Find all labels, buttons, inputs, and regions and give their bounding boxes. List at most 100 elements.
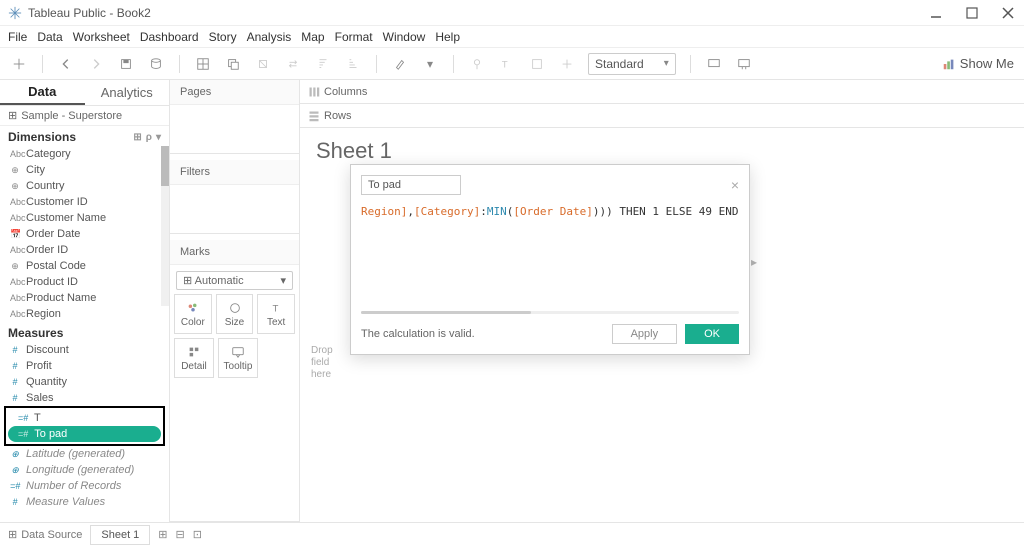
- mark-color[interactable]: Color: [174, 294, 212, 334]
- calc-formula-editor[interactable]: Region],[Category]:MIN([Order Date]))) T…: [351, 201, 749, 311]
- bottom-bar: ⊞Data Source Sheet 1 ⊞ ⊟ ⊡: [0, 522, 1024, 546]
- calculation-dialog[interactable]: × Region],[Category]:MIN([Order Date])))…: [350, 164, 750, 355]
- list-item[interactable]: #Sales: [0, 390, 169, 406]
- show-me-button[interactable]: Show Me: [942, 56, 1014, 71]
- list-item[interactable]: #Quantity: [0, 374, 169, 390]
- list-item[interactable]: AbcProduct Name: [0, 290, 169, 306]
- menu-story[interactable]: Story: [209, 30, 237, 44]
- presentation-mode-button[interactable]: [735, 55, 753, 73]
- new-dashboard-icon[interactable]: ⊟: [176, 528, 185, 541]
- new-datasource-button[interactable]: [147, 55, 165, 73]
- list-item[interactable]: AbcProduct ID: [0, 274, 169, 290]
- calc-status: The calculation is valid.: [361, 328, 475, 340]
- pin-icon[interactable]: [468, 55, 486, 73]
- list-item[interactable]: =#T: [8, 410, 161, 426]
- list-item[interactable]: ⊕Country: [0, 178, 169, 194]
- forward-button[interactable]: [87, 55, 105, 73]
- search-icon[interactable]: ρ: [146, 132, 152, 143]
- columns-shelf[interactable]: Columns: [300, 80, 1024, 104]
- titlebar: Tableau Public - Book2: [0, 0, 1024, 26]
- mark-size[interactable]: Size: [216, 294, 254, 334]
- menu-file[interactable]: File: [8, 30, 27, 44]
- menu-analysis[interactable]: Analysis: [247, 30, 292, 44]
- list-item[interactable]: ⊕City: [0, 162, 169, 178]
- new-worksheet-button[interactable]: [194, 55, 212, 73]
- drop-hint: Drop field here: [311, 345, 347, 381]
- mark-type-dropdown[interactable]: ⊞ Automatic▾: [176, 271, 293, 290]
- mark-detail[interactable]: Detail: [174, 338, 214, 378]
- menu-data[interactable]: Data: [37, 30, 62, 44]
- tableau-logo-icon[interactable]: [10, 55, 28, 73]
- tableau-logo-icon: [8, 6, 22, 20]
- new-worksheet-icon[interactable]: ⊞: [158, 528, 167, 541]
- filters-shelf[interactable]: Filters: [170, 160, 299, 234]
- menu-format[interactable]: Format: [335, 30, 373, 44]
- menu-help[interactable]: Help: [435, 30, 460, 44]
- menu-worksheet[interactable]: Worksheet: [73, 30, 130, 44]
- menu-dashboard[interactable]: Dashboard: [140, 30, 199, 44]
- list-item[interactable]: ⊕Longitude (generated): [0, 462, 169, 478]
- menubar: File Data Worksheet Dashboard Story Anal…: [0, 26, 1024, 48]
- back-button[interactable]: [57, 55, 75, 73]
- rows-shelf[interactable]: Rows: [300, 104, 1024, 128]
- marks-card: Marks ⊞ Automatic▾ Color Size TText Deta…: [170, 240, 299, 522]
- list-item[interactable]: #Measure Values: [0, 494, 169, 510]
- measures-list: #Discount #Profit #Quantity #Sales =#T =…: [0, 342, 169, 510]
- datasource-name: Sample - Superstore: [21, 110, 122, 122]
- minimize-button[interactable]: [928, 5, 944, 21]
- apply-button[interactable]: Apply: [612, 324, 678, 344]
- list-item[interactable]: #Profit: [0, 358, 169, 374]
- save-button[interactable]: [117, 55, 135, 73]
- list-item[interactable]: =#Number of Records: [0, 478, 169, 494]
- calc-name-input[interactable]: [361, 175, 461, 195]
- list-item[interactable]: ⊕Latitude (generated): [0, 446, 169, 462]
- group-button[interactable]: ▾: [421, 55, 439, 73]
- datasource-row[interactable]: ⊞ Sample - Superstore: [0, 106, 169, 126]
- list-item[interactable]: AbcCustomer Name: [0, 210, 169, 226]
- fit-dropdown[interactable]: Standard: [588, 53, 676, 75]
- sort-asc-button[interactable]: [314, 55, 332, 73]
- list-item[interactable]: #Discount: [0, 342, 169, 358]
- view-icon[interactable]: ⊞: [133, 132, 141, 143]
- filters-label: Filters: [170, 160, 299, 185]
- label-button[interactable]: T: [498, 55, 516, 73]
- format-button[interactable]: [528, 55, 546, 73]
- clear-button[interactable]: [254, 55, 272, 73]
- mark-tooltip[interactable]: Tooltip: [218, 338, 258, 378]
- expand-arrow-icon[interactable]: ▸: [751, 255, 757, 269]
- list-item[interactable]: ⊕Postal Code: [0, 258, 169, 274]
- data-source-tab[interactable]: ⊞Data Source: [8, 528, 82, 541]
- maximize-button[interactable]: [964, 5, 980, 21]
- swap-button[interactable]: [284, 55, 302, 73]
- fit-dropdown-icon[interactable]: [558, 55, 576, 73]
- scrollbar[interactable]: [161, 146, 169, 306]
- selected-pill[interactable]: =#To pad: [8, 426, 161, 442]
- sort-desc-button[interactable]: [344, 55, 362, 73]
- svg-text:T: T: [502, 59, 508, 70]
- list-item[interactable]: AbcCategory: [0, 146, 169, 162]
- svg-text:T: T: [273, 303, 279, 314]
- duplicate-button[interactable]: [224, 55, 242, 73]
- sheet-tab[interactable]: Sheet 1: [90, 525, 150, 545]
- show-me-label: Show Me: [960, 56, 1014, 71]
- marks-label: Marks: [170, 240, 299, 265]
- list-item[interactable]: 📅Order Date: [0, 226, 169, 242]
- list-item[interactable]: AbcCustomer ID: [0, 194, 169, 210]
- tab-data[interactable]: Data: [0, 80, 85, 105]
- close-icon[interactable]: ×: [731, 177, 739, 193]
- menu-icon[interactable]: ▾: [156, 132, 161, 143]
- ok-button[interactable]: OK: [685, 324, 739, 344]
- tab-analytics[interactable]: Analytics: [85, 80, 170, 105]
- list-item[interactable]: AbcRegion: [0, 306, 169, 322]
- presentation-button[interactable]: [705, 55, 723, 73]
- list-item[interactable]: AbcOrder ID: [0, 242, 169, 258]
- new-story-icon[interactable]: ⊡: [193, 528, 202, 541]
- menu-map[interactable]: Map: [301, 30, 324, 44]
- highlight-button[interactable]: [391, 55, 409, 73]
- pages-shelf[interactable]: Pages: [170, 80, 299, 154]
- canvas-area: Columns Rows Sheet 1 × Region],[Category…: [300, 80, 1024, 522]
- close-button[interactable]: [1000, 5, 1016, 21]
- separator: [453, 55, 454, 73]
- menu-window[interactable]: Window: [383, 30, 426, 44]
- mark-text[interactable]: TText: [257, 294, 295, 334]
